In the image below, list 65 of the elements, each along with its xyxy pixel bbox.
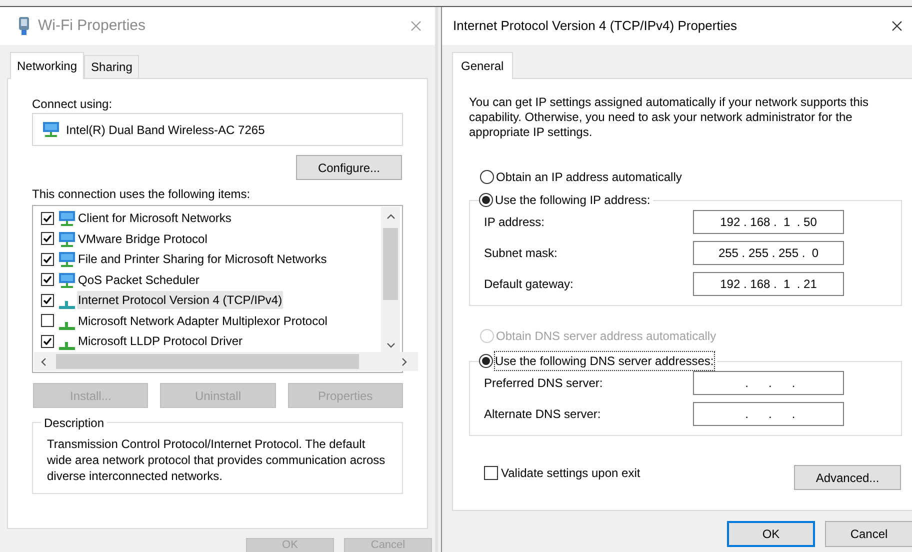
checkbox[interactable] — [41, 273, 54, 286]
checkbox-label[interactable]: Validate settings upon exit — [501, 464, 640, 482]
radio-label[interactable]: Use the following IP address: — [495, 191, 650, 209]
scroll-up-icon[interactable] — [387, 214, 395, 219]
checkbox[interactable] — [41, 232, 54, 246]
radio-button[interactable] — [479, 193, 493, 207]
protocol-icon — [58, 301, 76, 310]
network-service-icon — [58, 210, 76, 228]
list-item[interactable]: Microsoft LLDP Protocol Driver — [77, 332, 244, 350]
scroll-thumb[interactable] — [56, 354, 359, 369]
ip-address-field[interactable]: . . . — [693, 402, 844, 426]
scroll-down-icon[interactable] — [387, 343, 395, 348]
ip-address-field[interactable]: 192 . 168 . 1 . 50 — [693, 210, 844, 234]
window-title: Wi-Fi Properties — [38, 16, 146, 36]
horizontal-scrollbar[interactable] — [34, 352, 418, 371]
ip-address-field[interactable]: . . . — [693, 370, 844, 394]
field-label: IP address: — [483, 214, 546, 230]
list-item[interactable]: File and Printer Sharing for Microsoft Networks — [77, 250, 328, 268]
field-label: Alternate DNS server: — [483, 406, 602, 422]
usb-adapter-icon — [18, 16, 30, 36]
list-item[interactable]: Client for Microsoft Networks — [77, 209, 232, 228]
network-service-icon — [58, 230, 76, 248]
list-item[interactable]: Internet Protocol Version 4 (TCP/IPv4) — [77, 291, 284, 310]
field-label: Preferred DNS server: — [483, 374, 604, 392]
radio-label[interactable]: Obtain an IP address automatically — [496, 168, 682, 186]
scroll-right-icon[interactable] — [402, 358, 407, 366]
checkbox[interactable] — [484, 466, 498, 480]
dialog-button[interactable]: OK — [727, 521, 815, 547]
tab[interactable]: Sharing — [84, 55, 140, 78]
checkbox[interactable] — [41, 314, 54, 328]
radio-button[interactable] — [480, 170, 494, 184]
description-text: Transmission Control Protocol/Internet Protocol. The default wide area network protocol that provides communication across diverse interconnected networks. — [47, 436, 386, 484]
scroll-thumb[interactable] — [383, 228, 398, 300]
checkbox[interactable] — [41, 334, 54, 348]
intro-text: You can get IP settings assigned automatically if your network supports this capability. Otherwise, you need to ask your network administrator for the appropriate IP settings. — [469, 95, 870, 140]
section-label: Connect using: — [32, 96, 112, 112]
dialog-button[interactable]: Cancel — [825, 521, 912, 547]
network-adapter-icon — [42, 121, 60, 138]
protocol-icon — [58, 342, 76, 350]
vertical-scrollbar[interactable] — [381, 207, 400, 353]
section-label: This connection uses the following items: — [32, 186, 250, 202]
checkbox[interactable] — [41, 252, 54, 266]
list-item[interactable]: QoS Packet Scheduler — [77, 270, 200, 289]
radio-button[interactable] — [479, 354, 493, 368]
ip-address-field[interactable]: 255 . 255 . 255 . 0 — [693, 240, 844, 264]
list-item[interactable]: VMware Bridge Protocol — [77, 230, 208, 248]
radio-label[interactable]: Use the following DNS server addresses: — [495, 352, 714, 370]
network-service-icon — [58, 251, 76, 268]
tab[interactable]: Networking — [10, 52, 84, 79]
field-label: Subnet mask: — [483, 244, 558, 262]
window-title: Internet Protocol Version 4 (TCP/IPv4) Properties — [453, 17, 737, 36]
advanced-button[interactable]: Advanced... — [794, 465, 901, 490]
network-service-icon — [58, 272, 76, 289]
adapter-name: Intel(R) Dual Band Wireless-AC 7265 — [66, 122, 265, 138]
close-icon[interactable] — [892, 21, 902, 31]
configure-button[interactable]: Configure... — [296, 155, 402, 180]
checkbox[interactable] — [41, 212, 54, 225]
field-label: Default gateway: — [483, 276, 574, 292]
checkbox[interactable] — [41, 294, 54, 307]
scroll-left-icon[interactable] — [41, 358, 46, 366]
radio-label: Obtain DNS server address automatically — [496, 328, 716, 345]
ip-address-field[interactable]: 192 . 168 . 1 . 21 — [693, 272, 844, 296]
tab[interactable]: General — [452, 52, 513, 79]
protocol-icon — [58, 322, 76, 330]
list-item[interactable]: Microsoft Network Adapter Multiplexor Protocol — [77, 312, 328, 330]
